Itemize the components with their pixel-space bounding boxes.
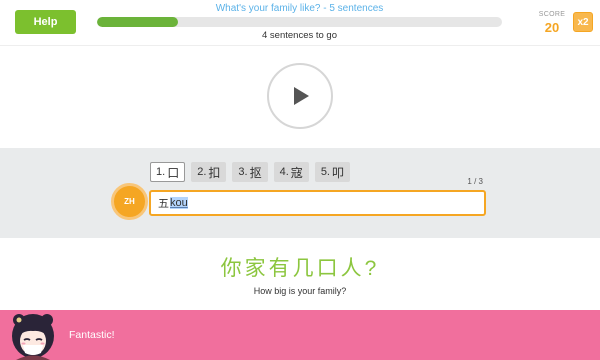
- language-badge: ZH: [111, 183, 148, 220]
- prompt-sentence-chinese: 你家有几口人?: [220, 257, 380, 280]
- typed-text: 五: [158, 198, 169, 210]
- answer-area: 1. 口 2. 扣 3. 抠 4. 寇 5. 叩 1 / 3 ZH 五 kou: [0, 148, 600, 238]
- ime-candidate-list: 1. 口 2. 扣 3. 抠 4. 寇 5. 叩: [150, 162, 351, 182]
- candidate-char: 口: [167, 165, 180, 180]
- score-label: SCORE: [538, 11, 566, 18]
- ime-candidate[interactable]: 5. 叩: [314, 162, 351, 182]
- candidate-char: 扣: [208, 165, 221, 180]
- ime-candidate[interactable]: 3. 抠: [232, 162, 268, 182]
- answer-input[interactable]: 五 kou: [149, 190, 486, 216]
- candidate-char: 寇: [290, 165, 303, 180]
- candidate-char: 叩: [332, 165, 345, 180]
- play-icon: [294, 87, 309, 105]
- pending-pinyin: kou: [170, 197, 188, 209]
- play-audio-button[interactable]: [267, 63, 333, 129]
- score-value: 20: [544, 20, 560, 35]
- feedback-message: Fantastic!: [69, 329, 115, 341]
- candidate-char: 抠: [249, 165, 262, 180]
- progress-fill: [97, 17, 178, 27]
- ime-candidate[interactable]: 1. 口: [150, 162, 186, 182]
- sentences-remaining: 4 sentences to go: [262, 30, 337, 41]
- progress-bar: [97, 17, 502, 27]
- character-avatar-icon: [10, 311, 56, 360]
- prompt-sentence-english: How big is your family?: [253, 286, 347, 296]
- help-button[interactable]: Help: [15, 10, 76, 34]
- top-bar: Help What's your family like? - 5 senten…: [0, 0, 600, 46]
- ime-candidate[interactable]: 2. 扣: [191, 162, 227, 182]
- score-multiplier-badge: x2: [573, 12, 593, 32]
- topic-title: What's your family like? - 5 sentences: [215, 3, 384, 14]
- ime-page-indicator: 1 / 3: [467, 177, 483, 186]
- ime-candidate[interactable]: 4. 寇: [273, 162, 309, 182]
